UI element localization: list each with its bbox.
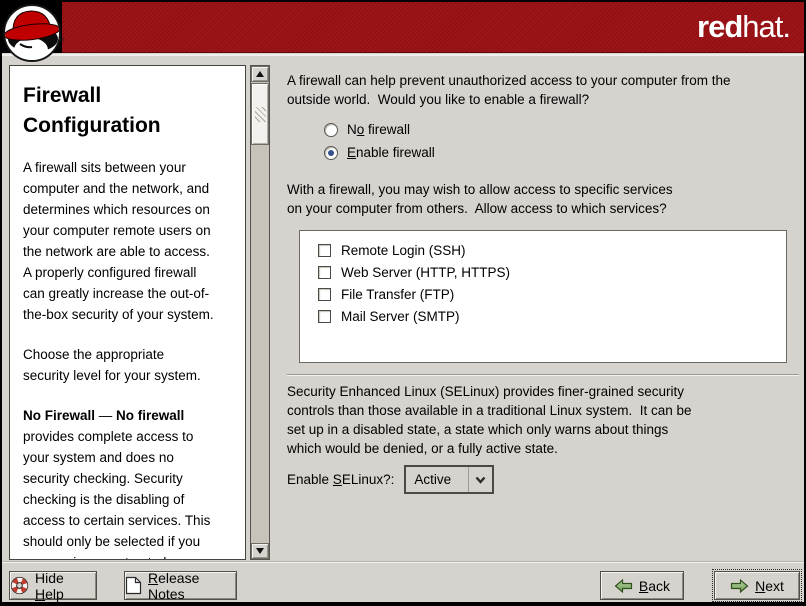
service-web-server[interactable]: Web Server (HTTP, HTTPS) bbox=[318, 261, 786, 283]
section-separator bbox=[287, 374, 799, 376]
help-panel: Firewall Configuration A firewall sits b… bbox=[9, 65, 246, 560]
arrow-right-icon bbox=[730, 578, 749, 594]
arrow-up-icon bbox=[256, 71, 264, 77]
selinux-dropdown[interactable]: Active bbox=[404, 465, 494, 494]
no-firewall-description: provides complete access to your system … bbox=[23, 429, 210, 560]
services-list: Remote Login (SSH) Web Server (HTTP, HTT… bbox=[299, 230, 787, 363]
hide-help-label: Hide Help bbox=[35, 570, 96, 602]
checkbox-icon[interactable] bbox=[318, 310, 331, 323]
back-button[interactable]: Back bbox=[600, 571, 684, 600]
installer-window: redhat. ® Firewall Configuration A firew… bbox=[0, 0, 806, 606]
scrollbar-grip bbox=[255, 107, 266, 122]
arrow-down-icon bbox=[256, 548, 264, 554]
service-remote-login-ssh[interactable]: Remote Login (SSH) bbox=[318, 239, 786, 261]
scroll-up-button[interactable] bbox=[251, 66, 269, 82]
scroll-down-button[interactable] bbox=[251, 543, 269, 559]
redhat-shadowman-icon bbox=[2, 2, 68, 66]
help-paragraph-3: No Firewall — No firewall provides compl… bbox=[23, 405, 237, 560]
radio-enable-firewall-label: Enable firewall bbox=[347, 145, 435, 160]
help-title: Firewall Configuration bbox=[23, 81, 233, 141]
next-button[interactable]: Next bbox=[714, 571, 800, 600]
radio-no-firewall-label: No firewall bbox=[347, 122, 410, 137]
help-scrollbar[interactable] bbox=[250, 65, 270, 560]
banner-highlight-line bbox=[2, 54, 804, 56]
services-intro-text: With a firewall, you may wish to allow a… bbox=[287, 180, 802, 218]
firewall-config-panel: A firewall can help prevent unauthorized… bbox=[287, 71, 802, 494]
firewall-intro-text: A firewall can help prevent unauthorized… bbox=[287, 71, 802, 109]
firewall-radio-group: No firewall Enable firewall bbox=[324, 118, 802, 164]
checkbox-icon[interactable] bbox=[318, 288, 331, 301]
back-label: Back bbox=[639, 578, 670, 594]
arrow-left-icon bbox=[614, 578, 633, 594]
footer-separator bbox=[2, 561, 804, 563]
scrollbar-thumb[interactable] bbox=[251, 83, 269, 145]
chevron-down-icon[interactable] bbox=[468, 467, 492, 492]
help-paragraph-2: Choose the appropriate security level fo… bbox=[23, 344, 237, 386]
no-firewall-term-2: No firewall bbox=[116, 408, 184, 423]
checkbox-icon[interactable] bbox=[318, 244, 331, 257]
radio-no-firewall[interactable]: No firewall bbox=[324, 118, 802, 141]
hide-help-button[interactable]: Hide Help bbox=[9, 571, 97, 600]
service-file-transfer-ftp[interactable]: File Transfer (FTP) bbox=[318, 283, 786, 305]
selinux-label: Enable SELinux?: bbox=[287, 472, 394, 487]
redhat-banner: redhat. bbox=[2, 2, 804, 53]
release-notes-label: Release Notes bbox=[148, 570, 236, 602]
release-notes-button[interactable]: Release Notes bbox=[124, 571, 237, 600]
selinux-row: Enable SELinux?: Active bbox=[287, 465, 802, 494]
selinux-selected-value: Active bbox=[406, 472, 468, 487]
radio-enable-firewall[interactable]: Enable firewall bbox=[324, 141, 802, 164]
brand-hat: hat. bbox=[742, 9, 790, 44]
radio-button-icon[interactable] bbox=[324, 146, 338, 160]
selinux-description: Security Enhanced Linux (SELinux) provid… bbox=[287, 382, 802, 458]
lifebuoy-icon bbox=[10, 576, 29, 595]
document-icon bbox=[125, 576, 142, 595]
service-mail-server-smtp[interactable]: Mail Server (SMTP) bbox=[318, 305, 786, 327]
redhat-wordmark: redhat. bbox=[697, 9, 790, 45]
brand-red: red bbox=[697, 9, 742, 44]
trademark-symbol: ® bbox=[59, 37, 64, 44]
no-firewall-term: No Firewall bbox=[23, 408, 95, 423]
help-paragraph-1: A firewall sits between your computer an… bbox=[23, 157, 237, 325]
next-label: Next bbox=[755, 578, 784, 594]
checkbox-icon[interactable] bbox=[318, 266, 331, 279]
radio-button-icon[interactable] bbox=[324, 123, 338, 137]
